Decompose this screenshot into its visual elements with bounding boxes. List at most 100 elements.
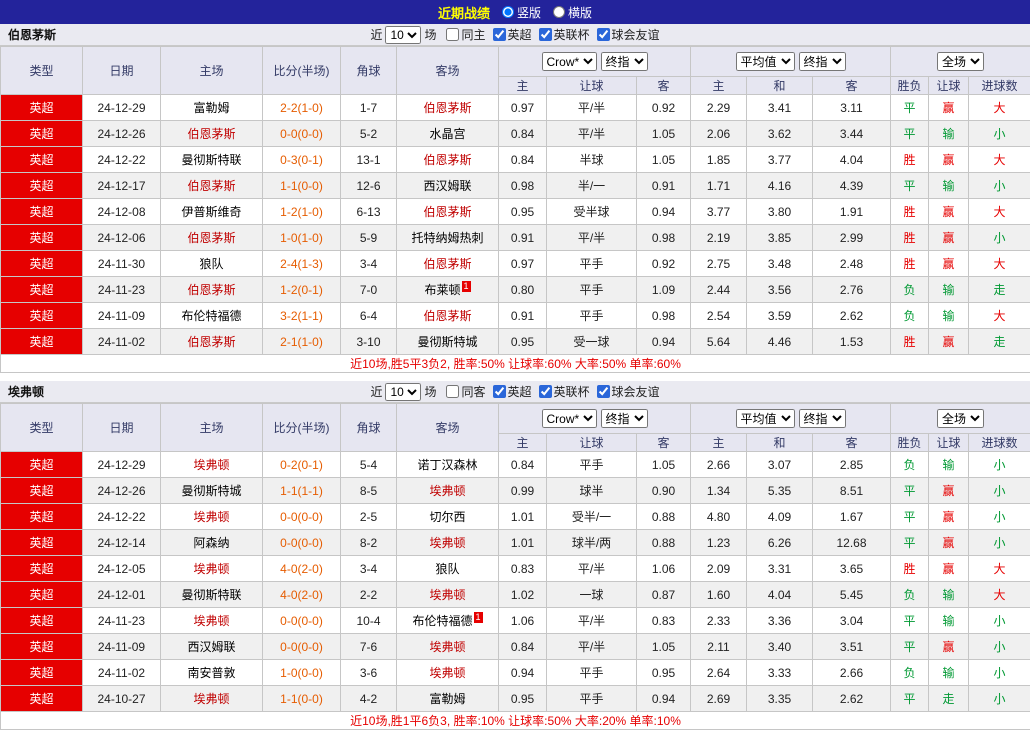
- avg-draw-cell: 3.56: [746, 276, 813, 303]
- checkbox-input[interactable]: [492, 28, 506, 41]
- header-odds-select[interactable]: 终指: [798, 52, 846, 71]
- away-team-cell[interactable]: 西汉姆联: [396, 172, 499, 199]
- goals-result-cell: 小: [968, 659, 1030, 686]
- away-team-cell[interactable]: 埃弗顿: [396, 633, 499, 660]
- score-cell: 1-1(0-0): [262, 172, 341, 199]
- home-team-cell[interactable]: 埃弗顿: [160, 685, 263, 712]
- handicap-result-cell: 输: [928, 607, 970, 634]
- away-team-cell[interactable]: 伯恩茅斯: [396, 302, 499, 329]
- filter-checkbox-3[interactable]: 球会友谊: [596, 383, 660, 400]
- header-odds-select[interactable]: 终指: [600, 52, 648, 71]
- away-team-cell[interactable]: 诺丁汉森林: [396, 451, 499, 478]
- home-team-cell[interactable]: 埃弗顿: [160, 555, 263, 582]
- home-team-cell[interactable]: 富勒姆: [160, 94, 263, 121]
- home-team-cell[interactable]: 狼队: [160, 250, 263, 277]
- match-count-select[interactable]: 10: [385, 25, 422, 44]
- filter-checkbox-3[interactable]: 球会友谊: [596, 26, 660, 43]
- checkbox-input[interactable]: [596, 385, 610, 398]
- away-team-cell[interactable]: 伯恩茅斯: [396, 146, 499, 173]
- home-team-cell[interactable]: 曼彻斯特城: [160, 477, 263, 504]
- handicap-result-cell: 赢: [928, 503, 970, 530]
- checkbox-input[interactable]: [538, 28, 552, 41]
- header-odds-select[interactable]: 终指: [600, 409, 648, 428]
- home-team-cell[interactable]: 伊普斯维奇: [160, 198, 263, 225]
- away-team-cell[interactable]: 切尔西: [396, 503, 499, 530]
- header-odds-select[interactable]: Crow*: [541, 409, 597, 428]
- filter-checkbox-1[interactable]: 英超: [492, 383, 532, 400]
- header-odds-select[interactable]: 平均值: [735, 52, 795, 71]
- checkbox-input[interactable]: [538, 385, 552, 398]
- checkbox-input[interactable]: [596, 28, 610, 41]
- odds-away-cell: 0.91: [636, 172, 691, 199]
- away-team-cell[interactable]: 布莱顿 1: [396, 276, 499, 303]
- filter-checkbox-2[interactable]: 英联杯: [538, 383, 590, 400]
- match-count-select[interactable]: 10: [385, 382, 422, 401]
- filter-checkbox-2[interactable]: 英联杯: [538, 26, 590, 43]
- filter-checkbox-1[interactable]: 英超: [492, 26, 532, 43]
- result-cell: 负: [890, 451, 930, 478]
- team-name-text: 伯恩茅斯: [187, 335, 236, 349]
- away-team-cell[interactable]: 布伦特福德 1: [396, 607, 499, 634]
- team-name-text: 诺丁汉森林: [417, 458, 478, 472]
- checkbox-label: 英超: [507, 385, 532, 399]
- home-team-cell[interactable]: 西汉姆联: [160, 633, 263, 660]
- checkbox-input[interactable]: [492, 385, 506, 398]
- odds-home-cell: 1.01: [498, 529, 547, 556]
- corner-cell: 6-13: [340, 198, 397, 225]
- checkbox-input[interactable]: [446, 28, 460, 41]
- team-name-text: 西汉姆联: [187, 640, 236, 654]
- score-cell: 1-2(0-1): [262, 276, 341, 303]
- home-team-cell[interactable]: 布伦特福德: [160, 302, 263, 329]
- home-team-cell[interactable]: 伯恩茅斯: [160, 328, 263, 355]
- odds-away-cell: 0.98: [636, 302, 691, 329]
- matches-table: 类型 日期 主场 比分(半场) 角球 客场 Crow* 终指 平均值 终指 全场主让球客主和客胜负让…: [0, 403, 1030, 730]
- matches-table: 类型 日期 主场 比分(半场) 角球 客场 Crow* 终指 平均值 终指 全场主让球客主和客胜负让…: [0, 46, 1030, 373]
- home-team-cell[interactable]: 埃弗顿: [160, 503, 263, 530]
- home-team-cell[interactable]: 曼彻斯特联: [160, 581, 263, 608]
- result-cell: 负: [890, 302, 930, 329]
- horizontal-radio-input[interactable]: [553, 6, 565, 18]
- goals-result-cell: 大: [968, 250, 1030, 277]
- home-team-cell[interactable]: 伯恩茅斯: [160, 276, 263, 303]
- away-team-cell[interactable]: 富勒姆: [396, 685, 499, 712]
- away-team-cell[interactable]: 埃弗顿: [396, 529, 499, 556]
- result-cell: 负: [890, 276, 930, 303]
- vertical-radio-input[interactable]: [501, 6, 514, 18]
- home-team-cell[interactable]: 伯恩茅斯: [160, 224, 263, 251]
- filter-checkbox-0[interactable]: 同主: [446, 26, 486, 43]
- team-name-text: 伯恩茅斯: [423, 257, 472, 271]
- home-team-cell[interactable]: 伯恩茅斯: [160, 120, 263, 147]
- corner-cell: 5-4: [340, 451, 397, 478]
- home-team-cell[interactable]: 埃弗顿: [160, 607, 263, 634]
- away-team-cell[interactable]: 埃弗顿: [396, 581, 499, 608]
- away-team-cell[interactable]: 伯恩茅斯: [396, 198, 499, 225]
- away-team-cell[interactable]: 水晶宫: [396, 120, 499, 147]
- header-odds-select[interactable]: 全场: [937, 409, 985, 428]
- away-team-cell[interactable]: 伯恩茅斯: [396, 94, 499, 121]
- layout-radio-horizontal[interactable]: 横版: [553, 4, 592, 21]
- away-team-cell[interactable]: 狼队: [396, 555, 499, 582]
- layout-radio-vertical[interactable]: 竖版: [501, 4, 541, 21]
- home-team-cell[interactable]: 伯恩茅斯: [160, 172, 263, 199]
- header-odds-select[interactable]: Crow*: [541, 52, 597, 71]
- avg-draw-cell: 3.41: [746, 94, 813, 121]
- home-team-cell[interactable]: 南安普敦: [160, 659, 263, 686]
- odds-away-cell: 0.94: [636, 198, 691, 225]
- header-odds-select[interactable]: 平均值: [735, 409, 795, 428]
- header-odds-select[interactable]: 全场: [937, 52, 985, 71]
- header-odds-select[interactable]: 终指: [798, 409, 846, 428]
- away-team-cell[interactable]: 曼彻斯特城: [396, 328, 499, 355]
- away-team-cell[interactable]: 埃弗顿: [396, 477, 499, 504]
- away-team-cell[interactable]: 埃弗顿: [396, 659, 499, 686]
- odds-home-cell: 0.83: [498, 555, 547, 582]
- home-team-cell[interactable]: 曼彻斯特联: [160, 146, 263, 173]
- home-team-cell[interactable]: 埃弗顿: [160, 451, 263, 478]
- league-cell: 英超: [0, 198, 83, 225]
- filter-checkbox-0[interactable]: 同客: [446, 383, 486, 400]
- checkbox-input[interactable]: [446, 385, 460, 398]
- home-team-cell[interactable]: 阿森纳: [160, 529, 263, 556]
- away-team-cell[interactable]: 伯恩茅斯: [396, 250, 499, 277]
- corner-cell: 3-10: [340, 328, 397, 355]
- away-team-cell[interactable]: 托特纳姆热刺: [396, 224, 499, 251]
- avg-draw-cell: 3.48: [746, 250, 813, 277]
